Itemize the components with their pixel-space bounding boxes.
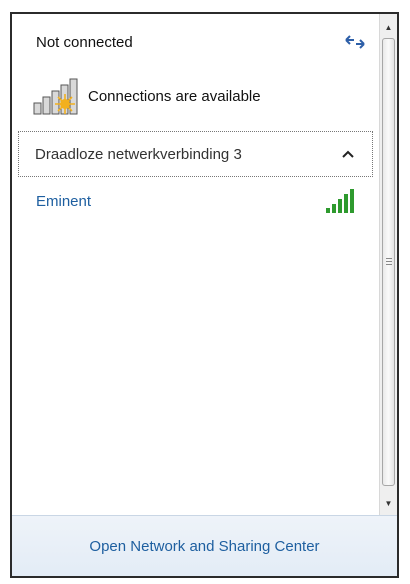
network-flyout: Not connected Connections are available … <box>10 12 399 578</box>
scroll-up-arrow-icon[interactable]: ▲ <box>380 18 397 36</box>
refresh-button[interactable] <box>343 30 367 54</box>
flyout-footer: Open Network and Sharing Center <box>12 515 397 576</box>
network-item-eminent[interactable]: Eminent <box>18 184 373 218</box>
connections-available-row: Connections are available <box>32 76 261 116</box>
open-network-sharing-center-link[interactable]: Open Network and Sharing Center <box>89 538 319 555</box>
network-available-icon <box>33 78 78 115</box>
wifi-signal-icon <box>326 189 354 213</box>
vertical-scrollbar[interactable]: ▲ ▼ <box>379 14 397 516</box>
grip-icon <box>386 258 392 265</box>
refresh-arrows-icon <box>345 35 365 49</box>
starburst-icon <box>55 94 75 114</box>
connection-status: Not connected <box>36 34 133 51</box>
scrollbar-thumb[interactable] <box>382 38 395 486</box>
connections-available-label: Connections are available <box>88 87 261 105</box>
network-list-panel: Not connected Connections are available … <box>12 14 379 516</box>
chevron-up-icon <box>338 147 358 161</box>
network-name: Eminent <box>36 192 92 210</box>
scroll-down-arrow-icon[interactable]: ▼ <box>380 494 397 512</box>
wireless-adapter-header[interactable]: Draadloze netwerkverbinding 3 <box>18 131 373 177</box>
adapter-name: Draadloze netwerkverbinding 3 <box>35 145 242 163</box>
